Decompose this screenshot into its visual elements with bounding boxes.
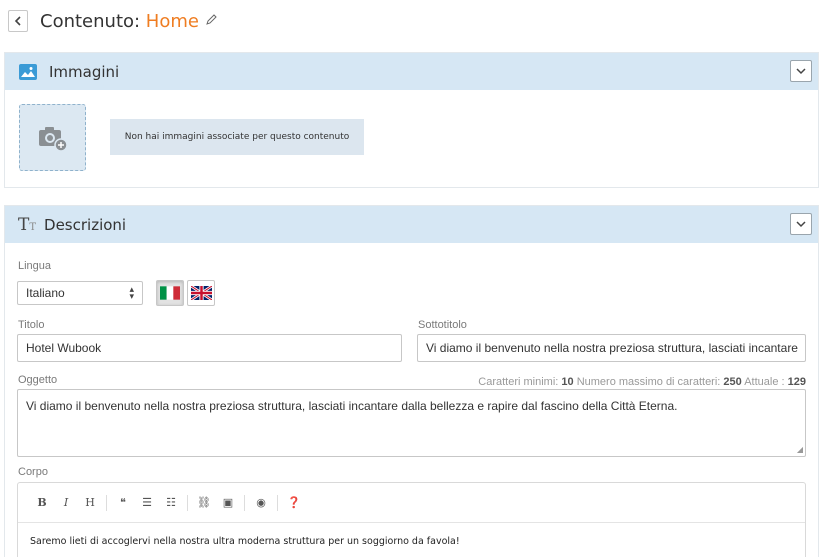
current-characters: 129 xyxy=(787,376,806,388)
pencil-icon[interactable] xyxy=(205,13,218,30)
subtitle-input-value: Vi diamo il benvenuto nella nostra prezi… xyxy=(426,341,798,355)
title-input-value: Hotel Wubook xyxy=(26,341,102,355)
quote-icon[interactable]: ❝ xyxy=(111,496,135,509)
insert-image-icon[interactable]: ▣ xyxy=(216,496,240,509)
toolbar-divider xyxy=(277,494,278,511)
back-button[interactable] xyxy=(8,10,28,32)
descriptions-panel-header[interactable]: TT Descrizioni xyxy=(5,206,818,243)
resize-handle-icon[interactable]: ◢ xyxy=(797,445,803,454)
subtitle-input[interactable]: Vi diamo il benvenuto nella nostra prezi… xyxy=(417,334,806,362)
images-panel-header[interactable]: Immagini xyxy=(5,53,818,90)
language-select-value: Italiano xyxy=(26,286,65,300)
select-arrows-icon: ▴ ▾ xyxy=(129,284,134,301)
toolbar-divider xyxy=(106,494,107,511)
page-title: Contenuto: Home xyxy=(40,11,199,32)
image-icon xyxy=(19,63,37,80)
language-select[interactable]: Italiano ▴ ▾ xyxy=(17,281,143,305)
camera-plus-icon xyxy=(38,126,68,152)
link-icon[interactable]: ⛓ xyxy=(192,496,216,509)
min-characters: 10 xyxy=(561,376,574,388)
language-label: Lingua xyxy=(18,260,52,272)
images-panel: Immagini Non hai immagini associate per … xyxy=(4,52,819,188)
descriptions-panel-title: Descrizioni xyxy=(44,215,127,234)
heading-button[interactable]: H xyxy=(78,496,102,509)
character-counter: Caratteri minimi: 10 Numero massimo di c… xyxy=(478,376,806,388)
italic-button[interactable]: I xyxy=(54,496,78,509)
chevron-left-icon xyxy=(14,16,21,26)
descriptions-collapse-button[interactable] xyxy=(790,213,812,235)
chevron-down-icon xyxy=(796,220,806,227)
body-label: Corpo xyxy=(18,466,48,478)
title-input[interactable]: Hotel Wubook xyxy=(17,334,402,362)
images-panel-title: Immagini xyxy=(49,62,120,81)
uk-flag-button[interactable] xyxy=(187,280,215,306)
help-icon[interactable]: ❓ xyxy=(282,496,306,509)
preview-eye-icon[interactable]: ◉ xyxy=(249,496,273,509)
subject-textarea-value: Vi diamo il benvenuto nella nostra prezi… xyxy=(26,399,678,413)
subtitle-label: Sottotitolo xyxy=(418,319,467,331)
subject-textarea[interactable]: Vi diamo il benvenuto nella nostra prezi… xyxy=(17,389,806,457)
max-characters: 250 xyxy=(723,376,742,388)
bold-button[interactable]: B xyxy=(30,496,54,509)
body-editor-content[interactable]: Saremo lieti di accoglervi nella nostra … xyxy=(18,523,805,557)
images-collapse-button[interactable] xyxy=(790,60,812,82)
page-title-prefix: Contenuto: xyxy=(40,10,146,32)
editor-toolbar: B I H ❝ ☰ ☷ ⛓ ▣ ◉ ❓ xyxy=(18,483,805,523)
toolbar-divider xyxy=(187,494,188,511)
chevron-down-icon xyxy=(796,67,806,74)
subject-label: Oggetto xyxy=(18,374,58,386)
toolbar-divider xyxy=(244,494,245,511)
descriptions-panel: TT Descrizioni Lingua Italiano ▴ ▾ Titolo… xyxy=(4,205,819,557)
body-editor: B I H ❝ ☰ ☷ ⛓ ▣ ◉ ❓ Saremo lieti di acco… xyxy=(17,482,806,557)
title-label: Titolo xyxy=(18,319,45,331)
no-images-message: Non hai immagini associate per questo co… xyxy=(110,119,364,155)
italian-flag-icon xyxy=(160,286,180,300)
page-title-accent: Home xyxy=(145,10,199,32)
text-size-icon: TT xyxy=(18,214,37,235)
image-upload-dropzone[interactable] xyxy=(19,104,86,171)
uk-flag-icon xyxy=(190,286,212,300)
italian-flag-button[interactable] xyxy=(156,280,184,306)
bullet-list-icon[interactable]: ☰ xyxy=(135,496,159,509)
numbered-list-icon[interactable]: ☷ xyxy=(159,496,183,509)
page-header: Contenuto: Home xyxy=(8,8,218,34)
